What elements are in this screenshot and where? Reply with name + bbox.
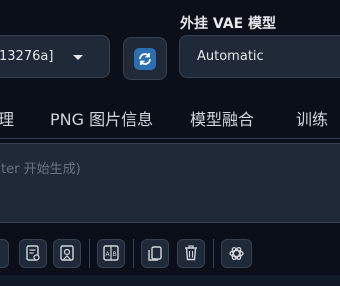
tab-settings-partial[interactable]: 理 bbox=[0, 106, 14, 130]
bottom-panel-edge bbox=[0, 275, 340, 286]
tab-divider bbox=[0, 138, 340, 139]
tab-png-info[interactable]: PNG 图片信息 bbox=[50, 106, 153, 130]
trash-icon bbox=[185, 245, 197, 261]
tab-train[interactable]: 训练 bbox=[296, 106, 328, 130]
toolbar-divider bbox=[213, 239, 214, 268]
vae-value: Automatic bbox=[197, 49, 264, 64]
chevron-down-icon bbox=[73, 55, 83, 60]
clear-prompt-button[interactable] bbox=[53, 239, 81, 268]
read-params-button[interactable] bbox=[0, 239, 9, 268]
svg-text:A: A bbox=[105, 251, 110, 258]
prompt-placeholder: ter 开始生成) bbox=[1, 162, 81, 177]
apply-style-button[interactable]: A B bbox=[97, 239, 125, 268]
delete-button[interactable] bbox=[177, 239, 205, 268]
tab-checkpoint-merger[interactable]: 模型融合 bbox=[190, 106, 254, 130]
toolbar-divider bbox=[89, 239, 90, 268]
copy-style-icon bbox=[148, 246, 162, 261]
apply-style-icon: A B bbox=[103, 245, 119, 261]
prompt-input[interactable]: ter 开始生成) bbox=[0, 143, 340, 223]
extra-networks-button[interactable] bbox=[19, 239, 47, 268]
svg-text:B: B bbox=[112, 251, 116, 258]
extra-networks-icon bbox=[26, 245, 40, 261]
clear-prompt-icon bbox=[60, 245, 74, 261]
checkpoint-value: 13276a] bbox=[0, 49, 54, 64]
copy-style-button[interactable] bbox=[141, 239, 169, 268]
refresh-button[interactable] bbox=[123, 37, 167, 80]
checkpoint-dropdown[interactable]: 13276a] bbox=[0, 35, 110, 78]
openai-button[interactable] bbox=[221, 239, 252, 268]
vae-dropdown[interactable]: Automatic bbox=[179, 35, 340, 78]
refresh-icon bbox=[134, 48, 156, 70]
toolbar-divider bbox=[133, 239, 134, 268]
openai-icon bbox=[229, 247, 244, 260]
vae-label: 外挂 VAE 模型 bbox=[180, 16, 277, 32]
